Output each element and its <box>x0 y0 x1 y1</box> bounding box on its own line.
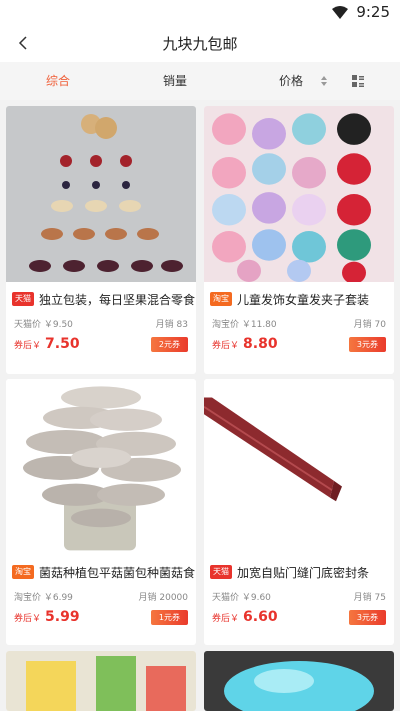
platform-tag: 淘宝 <box>210 292 232 306</box>
sort-price-label: 价格 <box>279 74 304 88</box>
product-image-mushroom <box>6 379 196 555</box>
coupon-row: 券后￥ 8.80 3元券 <box>204 335 394 353</box>
product-card[interactable] <box>204 651 394 711</box>
coupon-badge[interactable]: 2元券 <box>150 336 188 352</box>
original-price: 天猫价 ￥9.50 <box>14 320 73 330</box>
product-image-partial <box>6 651 196 711</box>
coupon-row: 券后￥ 7.50 2元券 <box>6 335 196 353</box>
price-row: 淘宝价 ￥6.99 月销 20000 <box>6 590 196 603</box>
product-title: 菌菇种植包平菇菌包种菌菇食... <box>39 565 196 580</box>
monthly-sales: 月销 20000 <box>138 593 189 603</box>
monthly-sales: 月销 83 <box>155 320 188 330</box>
page-title: 九块九包邮 <box>162 34 238 53</box>
sort-price[interactable]: 价格 <box>279 62 329 100</box>
sort-bar: 综合 销量 价格 <box>0 62 400 100</box>
list-view-icon[interactable] <box>352 75 364 87</box>
product-title: 独立包装，每日坚果混合零食! <box>39 292 196 307</box>
wifi-icon <box>332 5 349 19</box>
product-image-partial <box>204 651 394 711</box>
price-row: 天猫价 ￥9.60 月销 75 <box>204 590 394 603</box>
product-title: 儿童发饰女童发夹子套装 <box>237 292 370 307</box>
product-card[interactable]: 天猫 加宽自贴门缝门底密封条 天猫价 ￥9.60 月销 75 券后￥ 6.60 3… <box>204 379 394 645</box>
monthly-sales: 月销 75 <box>353 593 386 603</box>
original-price: 天猫价 ￥9.60 <box>212 593 271 603</box>
product-image-door-seal <box>204 379 394 555</box>
coupon-row: 券后￥ 6.60 3元券 <box>204 608 394 626</box>
final-price: 6.60 <box>243 609 278 625</box>
original-price: 淘宝价 ￥6.99 <box>14 593 73 603</box>
product-image-hairclips <box>204 106 394 282</box>
sort-updown-icon <box>321 76 328 86</box>
back-arrow-icon[interactable] <box>14 33 34 53</box>
after-coupon-label: 券后￥ <box>14 614 42 624</box>
product-name: 淘宝 菌菇种植包平菇菌包种菌菇食... <box>6 563 196 581</box>
product-card[interactable]: 天猫 独立包装，每日坚果混合零食! 天猫价 ￥9.50 月销 83 券后￥ 7.5… <box>6 106 196 374</box>
sort-comprehensive[interactable]: 综合 <box>46 62 70 100</box>
product-title: 加宽自贴门缝门底密封条 <box>237 565 370 580</box>
final-price: 5.99 <box>45 609 80 625</box>
original-price: 淘宝价 ￥11.80 <box>212 320 277 330</box>
product-card[interactable]: 淘宝 儿童发饰女童发夹子套装 淘宝价 ￥11.80 月销 70 券后￥ 8.80 … <box>204 106 394 374</box>
after-coupon-label: 券后￥ <box>212 341 240 351</box>
product-image-nuts <box>6 106 196 282</box>
product-name: 天猫 独立包装，每日坚果混合零食! <box>6 290 196 308</box>
after-coupon-price: 券后￥ 8.80 <box>212 336 278 352</box>
coupon-row: 券后￥ 5.99 1元券 <box>6 608 196 626</box>
product-card[interactable] <box>6 651 196 711</box>
product-name: 淘宝 儿童发饰女童发夹子套装 <box>204 290 394 308</box>
product-name: 天猫 加宽自贴门缝门底密封条 <box>204 563 394 581</box>
coupon-badge[interactable]: 3元券 <box>348 609 386 625</box>
sort-sales[interactable]: 销量 <box>163 62 187 100</box>
product-card[interactable]: 淘宝 菌菇种植包平菇菌包种菌菇食... 淘宝价 ￥6.99 月销 20000 券… <box>6 379 196 645</box>
final-price: 7.50 <box>45 336 80 352</box>
status-time: 9:25 <box>356 3 390 21</box>
coupon-badge[interactable]: 3元券 <box>348 336 386 352</box>
final-price: 8.80 <box>243 336 278 352</box>
after-coupon-price: 券后￥ 6.60 <box>212 609 278 625</box>
status-bar: 9:25 <box>0 0 400 24</box>
coupon-badge[interactable]: 1元券 <box>150 609 188 625</box>
after-coupon-label: 券后￥ <box>212 614 240 624</box>
platform-tag: 天猫 <box>210 565 232 579</box>
monthly-sales: 月销 70 <box>353 320 386 330</box>
after-coupon-price: 券后￥ 7.50 <box>14 336 80 352</box>
price-row: 天猫价 ￥9.50 月销 83 <box>6 317 196 330</box>
after-coupon-price: 券后￥ 5.99 <box>14 609 80 625</box>
price-row: 淘宝价 ￥11.80 月销 70 <box>204 317 394 330</box>
nav-bar: 九块九包邮 <box>0 24 400 62</box>
after-coupon-label: 券后￥ <box>14 341 42 351</box>
platform-tag: 天猫 <box>12 292 34 306</box>
platform-tag: 淘宝 <box>12 565 34 579</box>
